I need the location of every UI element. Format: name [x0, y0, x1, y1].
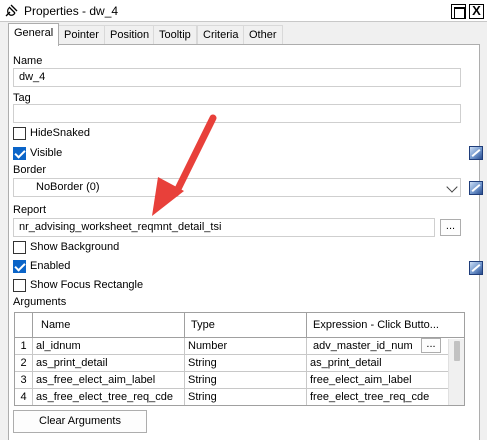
column-header-expression[interactable]: Expression - Click Butto...: [307, 313, 449, 338]
argument-name[interactable]: al_idnum: [33, 338, 185, 355]
argument-type[interactable]: String: [185, 389, 307, 405]
clear-arguments-button[interactable]: Clear Arguments: [13, 410, 147, 433]
name-label: Name: [13, 55, 43, 67]
show-background-label: Show Background: [30, 241, 120, 253]
argument-type[interactable]: Number: [185, 338, 307, 355]
tab-general[interactable]: General: [8, 23, 60, 46]
name-field[interactable]: dw_4: [13, 68, 461, 87]
argument-name[interactable]: as_free_elect_aim_label: [33, 372, 185, 389]
report-browse-button[interactable]: ...: [440, 219, 461, 236]
window-title: Properties - dw_4: [24, 4, 119, 18]
visible-checkbox[interactable]: [13, 147, 26, 160]
properties-pin-icon: [5, 4, 18, 17]
table-row[interactable]: 4 as_free_elect_tree_req_cde String free…: [15, 389, 464, 405]
argument-name[interactable]: as_free_elect_tree_req_cde: [33, 389, 185, 405]
tag-label: Tag: [13, 92, 31, 104]
table-row[interactable]: 1 al_idnum Number adv_master_id_num ...: [15, 338, 464, 355]
show-focus-rectangle-checkbox[interactable]: [13, 279, 26, 292]
hide-snaked-label: HideSnaked: [30, 127, 90, 139]
row-number: 2: [15, 355, 33, 372]
argument-expression[interactable]: free_elect_tree_req_cde: [307, 389, 449, 405]
column-header-name[interactable]: Name: [33, 313, 185, 338]
visible-label: Visible: [30, 147, 63, 159]
border-label: Border: [13, 164, 47, 176]
tab-other[interactable]: Other: [243, 25, 283, 45]
row-number: 1: [15, 338, 33, 355]
close-icon[interactable]: X: [469, 4, 484, 19]
argument-name[interactable]: as_print_detail: [33, 355, 185, 372]
argument-type[interactable]: String: [185, 355, 307, 372]
arguments-label: Arguments: [13, 296, 67, 308]
grid-vertical-scrollbar[interactable]: [448, 339, 464, 405]
tab-pointer[interactable]: Pointer: [58, 25, 105, 45]
report-label: Report: [13, 204, 47, 216]
argument-type[interactable]: String: [185, 372, 307, 389]
maximize-icon[interactable]: [451, 4, 466, 19]
arguments-grid[interactable]: Name Type Expression - Click Butto... 1 …: [14, 312, 465, 406]
table-row[interactable]: 3 as_free_elect_aim_label String free_el…: [15, 372, 464, 389]
border-expression-icon[interactable]: [469, 181, 483, 195]
hide-snaked-checkbox[interactable]: [13, 127, 26, 140]
enabled-label: Enabled: [30, 260, 71, 272]
show-background-checkbox[interactable]: [13, 241, 26, 254]
table-row[interactable]: 2 as_print_detail String as_print_detail: [15, 355, 464, 372]
argument-expression[interactable]: as_print_detail: [307, 355, 449, 372]
row-number: 4: [15, 389, 33, 405]
show-focus-rectangle-label: Show Focus Rectangle: [30, 279, 144, 291]
column-header-type[interactable]: Type: [185, 313, 307, 338]
enabled-checkbox[interactable]: [13, 260, 26, 273]
tag-field[interactable]: [13, 104, 461, 123]
report-field[interactable]: nr_advising_worksheet_reqmnt_detail_tsi: [13, 218, 435, 237]
tab-tooltip[interactable]: Tooltip: [153, 25, 197, 45]
arguments-grid-header: Name Type Expression - Click Butto...: [15, 313, 464, 338]
visible-expression-icon[interactable]: [469, 146, 483, 160]
tab-position[interactable]: Position: [104, 25, 156, 45]
border-combo-value: NoBorder (0): [36, 181, 100, 193]
enabled-expression-icon[interactable]: [469, 261, 483, 275]
expression-browse-button[interactable]: ...: [421, 338, 441, 353]
row-number: 3: [15, 372, 33, 389]
scrollbar-thumb[interactable]: [454, 341, 460, 361]
title-bar: Properties - dw_4 X: [0, 0, 487, 22]
row-number-header: [15, 313, 33, 338]
chevron-down-icon: [446, 181, 458, 193]
border-combo[interactable]: NoBorder (0): [13, 178, 461, 197]
tab-criteria[interactable]: Criteria: [197, 25, 245, 45]
argument-expression[interactable]: free_elect_aim_label: [307, 372, 449, 389]
